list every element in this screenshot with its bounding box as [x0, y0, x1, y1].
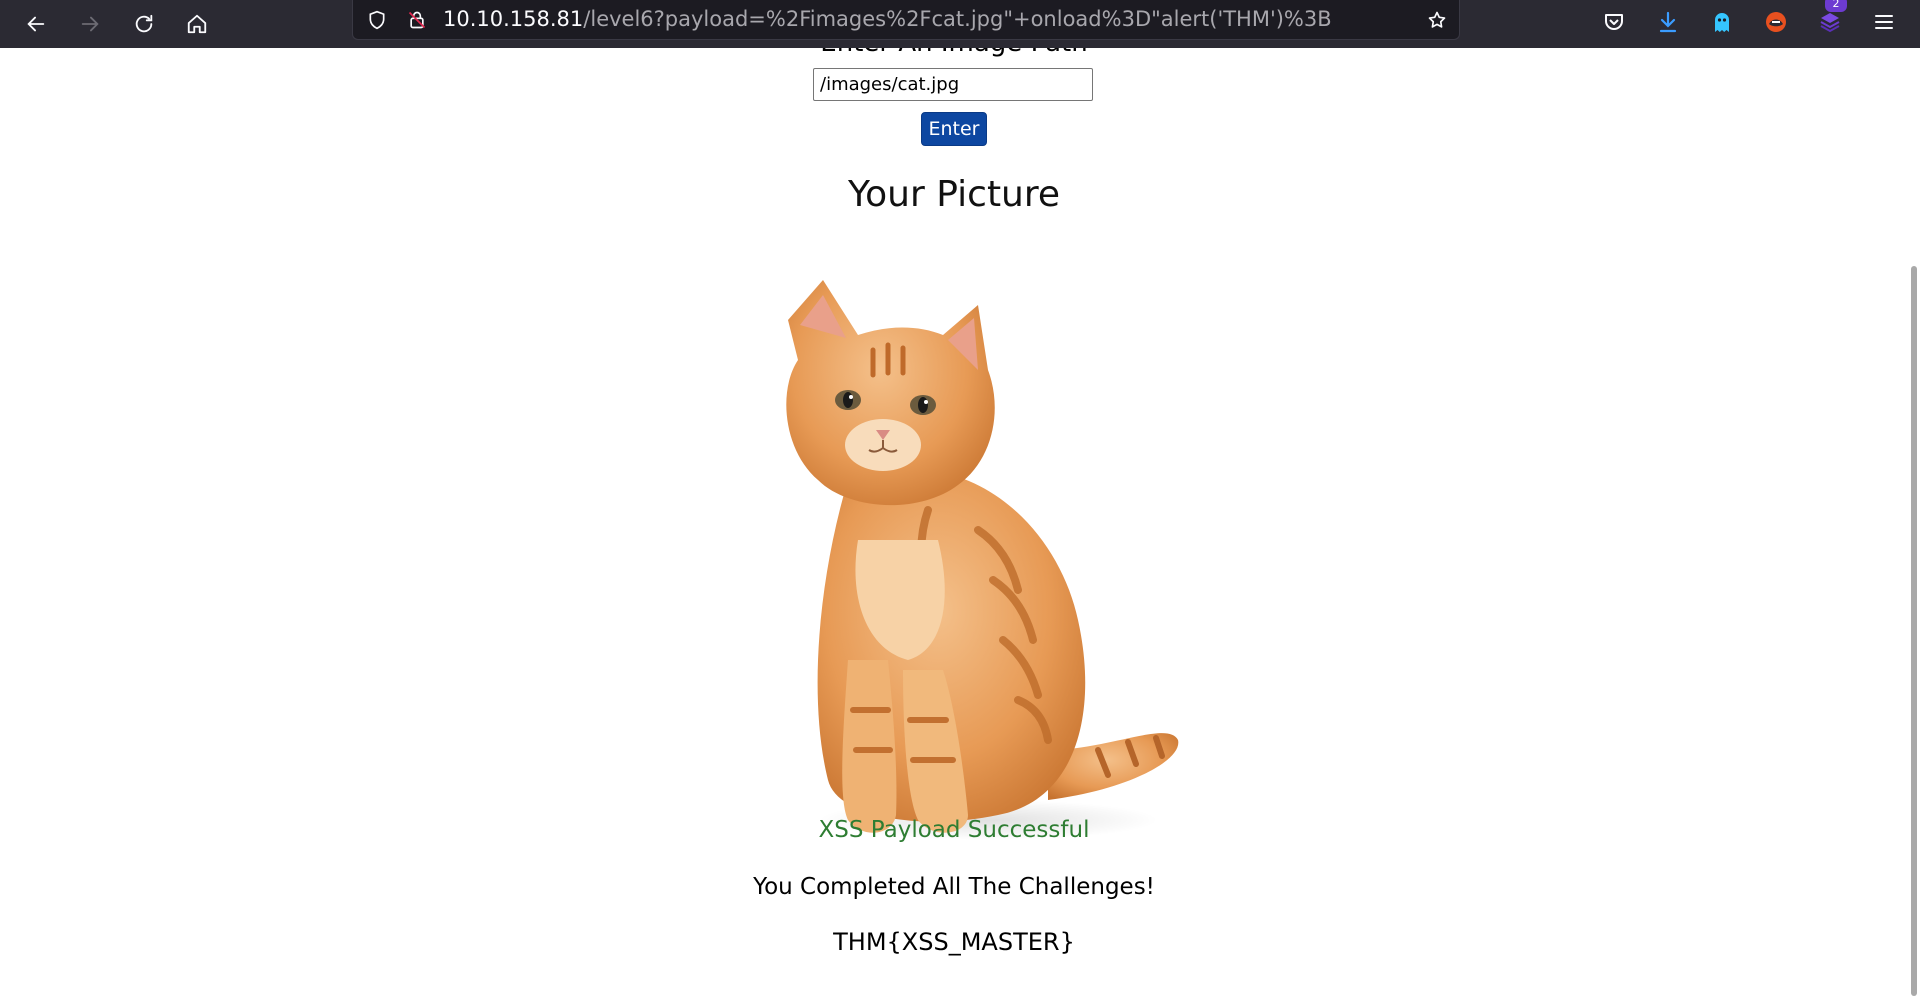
url-host: 10.10.158.81	[443, 7, 584, 31]
url-path: /level6?payload=%2Fimages%2Fcat.jpg"+onl…	[583, 7, 1332, 31]
scrollbar-thumb[interactable]	[1911, 266, 1917, 996]
forward-button[interactable]	[70, 4, 110, 44]
bookmark-star-icon[interactable]	[1425, 8, 1449, 32]
picture-heading: Your Picture	[847, 174, 1061, 215]
menu-icon[interactable]	[1867, 5, 1901, 39]
ghostery-icon[interactable]	[1705, 5, 1739, 39]
shield-icon[interactable]	[365, 8, 389, 32]
reload-icon	[135, 14, 153, 33]
home-icon	[187, 14, 207, 34]
flag-text: THM{XSS_MASTER}	[833, 928, 1075, 956]
arrow-left-icon	[27, 16, 45, 32]
home-button[interactable]	[177, 4, 217, 44]
reload-button[interactable]	[124, 4, 164, 44]
extension-badge: 2	[1825, 0, 1847, 12]
enter-button[interactable]: Enter	[921, 112, 987, 146]
success-message: XSS Payload Successful	[818, 817, 1090, 843]
page-content: Enter An Image Path Enter Your Picture	[0, 48, 1908, 957]
image-path-input[interactable]	[813, 68, 1093, 101]
back-button[interactable]	[16, 4, 56, 44]
completed-message: You Completed All The Challenges!	[753, 874, 1155, 900]
input-label: Enter An Image Path	[0, 48, 1908, 58]
arrow-right-icon	[81, 16, 99, 32]
download-icon[interactable]	[1651, 5, 1685, 39]
url-text[interactable]: 10.10.158.81/level6?payload=%2Fimages%2F…	[443, 4, 1332, 34]
page-scrollbar[interactable]	[1908, 48, 1920, 996]
insecure-lock-icon[interactable]	[405, 8, 429, 32]
url-bar[interactable]: 10.10.158.81/level6?payload=%2Fimages%2F…	[352, 0, 1460, 40]
pocket-icon[interactable]	[1597, 5, 1631, 39]
privacy-badger-icon[interactable]	[1759, 5, 1793, 39]
cat-picture	[778, 280, 1278, 860]
browser-toolbar: 10.10.158.81/level6?payload=%2Fimages%2F…	[0, 0, 1920, 48]
